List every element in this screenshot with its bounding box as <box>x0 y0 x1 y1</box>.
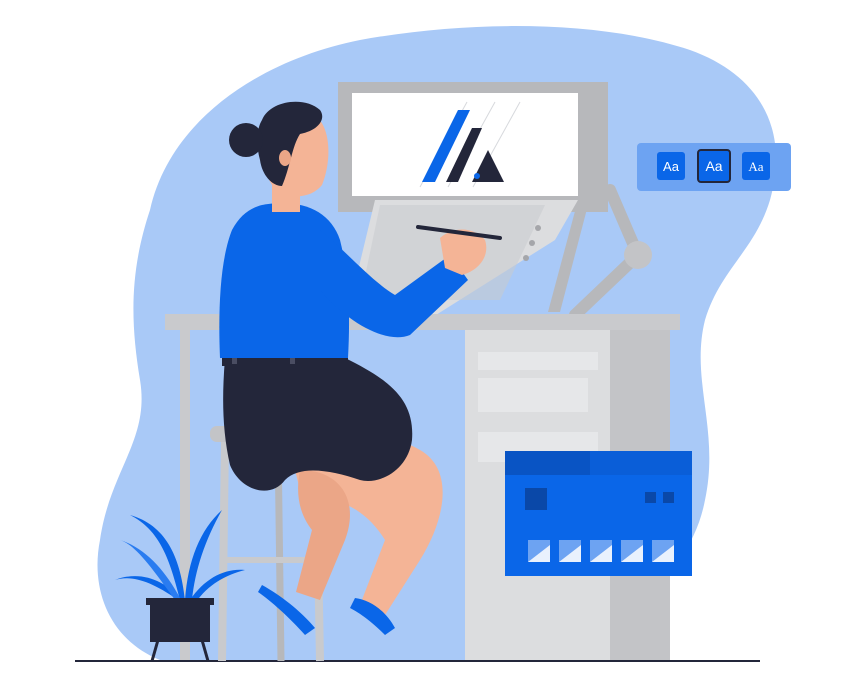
font-chip-label-1: Aa <box>663 159 680 174</box>
font-chip-label-2: Aa <box>705 158 722 174</box>
window-panel-icon <box>505 451 692 576</box>
type-style-panel-icon: Aa Aa Aa <box>637 143 791 191</box>
font-chip-label-3: Aa <box>748 159 763 174</box>
illustration-scene: Aa Aa Aa <box>75 26 791 662</box>
window-tiles <box>528 540 674 562</box>
